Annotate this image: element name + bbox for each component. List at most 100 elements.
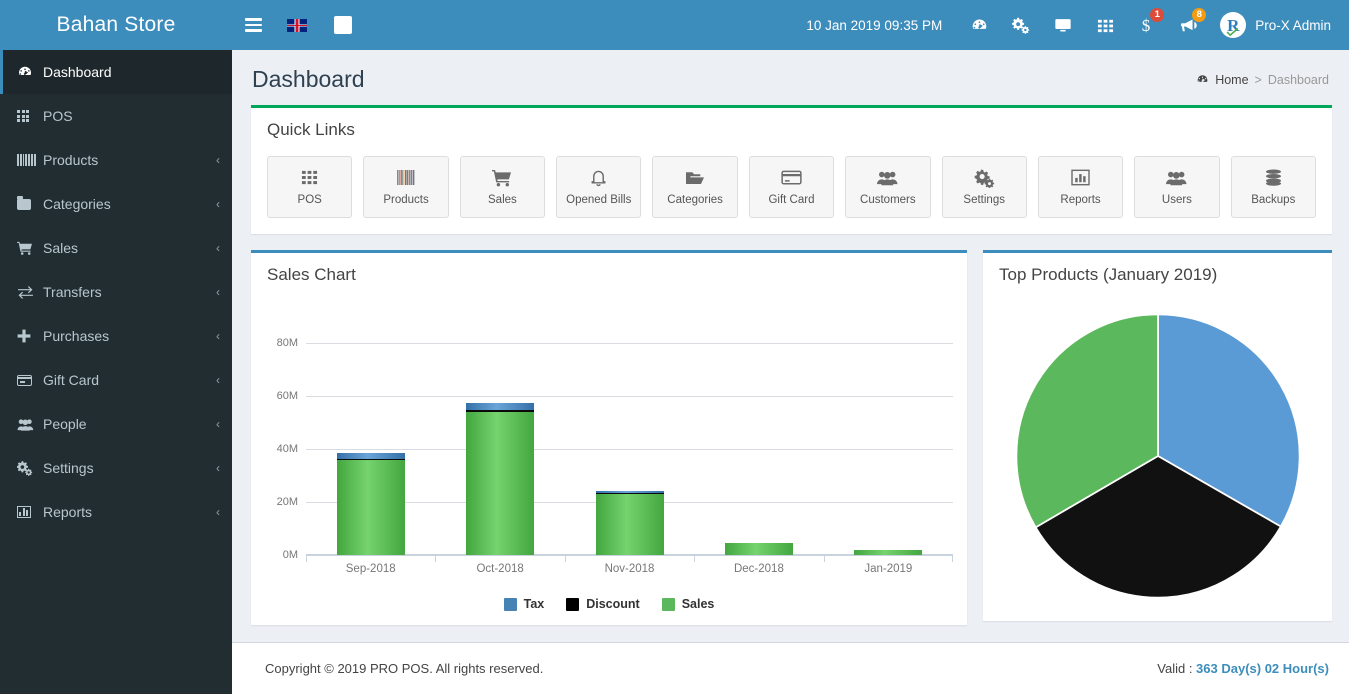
quick-link-label: Backups <box>1251 193 1296 206</box>
content-header: Dashboard Home > Dashboard <box>232 50 1349 105</box>
grid-icon <box>301 169 318 187</box>
monitor-button[interactable] <box>1042 0 1084 50</box>
quick-link-customers[interactable]: Customers <box>845 156 931 218</box>
legend-item[interactable]: Sales <box>661 597 714 611</box>
uk-flag-icon <box>287 18 307 32</box>
sidebar-item-settings[interactable]: Settings ‹ <box>0 446 232 490</box>
bar-segment-sales <box>466 411 535 555</box>
sidebar-item-label: Reports <box>43 504 93 520</box>
sidebar-item-products[interactable]: Products ‹ <box>0 138 232 182</box>
sales-chart-legend: Tax Discount Sales <box>251 597 967 611</box>
legend-item[interactable]: Tax <box>503 597 545 611</box>
legend-swatch <box>661 597 675 611</box>
x-axis-tick-label: Dec-2018 <box>733 563 784 575</box>
exchange-icon <box>17 285 43 299</box>
sidebar-item-dashboard[interactable]: Dashboard <box>0 50 232 94</box>
bar-stack[interactable] <box>724 543 793 555</box>
cart-icon <box>17 241 43 255</box>
quick-link-opened-bills[interactable]: Opened Bills <box>556 156 642 218</box>
top-products-header: Top Products (January 2019) <box>983 253 1332 291</box>
x-axis-tick-label: Sep-2018 <box>345 563 396 575</box>
bar-segment-sales <box>336 459 405 555</box>
sales-chart-box: Sales Chart 0M 20M 40M 60M 80M Sep-2018 Oct-2… <box>251 250 967 625</box>
quick-link-gift-card[interactable]: Gift Card <box>748 156 835 218</box>
page-title: Dashboard <box>252 66 365 92</box>
chevron-left-icon: ‹ <box>216 285 220 299</box>
sidebar-item-label: Categories <box>43 196 111 212</box>
credit-card-icon <box>17 374 43 386</box>
payments-dollar-button[interactable]: $ 1 <box>1126 0 1168 50</box>
speedometer-icon <box>17 64 43 80</box>
quick-link-backups[interactable]: Backups <box>1230 156 1316 218</box>
sales-chart-plot: 0M 20M 40M 60M 80M <box>277 337 954 562</box>
footer-copyright: Copyright © 2019 PRO POS. All rights res… <box>265 661 544 676</box>
top-products-box: Top Products (January 2019) <box>983 250 1332 621</box>
chevron-left-icon: ‹ <box>216 373 220 387</box>
bar-slot <box>306 343 435 562</box>
bar-stack[interactable] <box>336 453 405 555</box>
legend-label: Discount <box>586 597 640 611</box>
quick-link-label: Gift Card <box>768 193 815 206</box>
users-icon <box>877 169 898 187</box>
bar-stack[interactable] <box>466 402 535 555</box>
sidebar-item-purchases[interactable]: Purchases ‹ <box>0 314 232 358</box>
chevron-left-icon: ‹ <box>216 197 220 211</box>
bar-stack[interactable] <box>854 550 923 555</box>
quick-link-products[interactable]: Products <box>363 156 449 218</box>
sidebar-item-label: Purchases <box>43 328 110 344</box>
quick-link-categories[interactable]: Categories <box>652 156 738 218</box>
footer-valid-label: Valid : <box>1157 661 1197 676</box>
sidebar-item-reports[interactable]: Reports ‹ <box>0 490 232 534</box>
sidebar-item-sales[interactable]: Sales ‹ <box>0 226 232 270</box>
sidebar-item-label: Transfers <box>43 284 102 300</box>
cart-icon <box>492 169 512 187</box>
brand-logo[interactable]: Bahan Store <box>0 0 232 50</box>
sidebar-item-people[interactable]: People ‹ <box>0 402 232 446</box>
sidebar-item-label: Gift Card <box>43 372 100 388</box>
quick-links-box: Quick Links POS Products Sales Opened Bi… <box>251 105 1332 234</box>
language-second-button[interactable] <box>320 0 366 50</box>
y-axis-tick-label: 20M <box>276 496 298 508</box>
bell-icon <box>590 169 607 187</box>
language-uk-button[interactable] <box>274 0 320 50</box>
legend-item[interactable]: Discount <box>566 597 640 611</box>
quick-links-body: POS Products Sales Opened Bills Categori… <box>251 146 1332 234</box>
hamburger-icon <box>244 15 262 36</box>
user-menu[interactable]: R Pro-X Admin <box>1210 0 1337 50</box>
gridline <box>306 555 953 556</box>
gears-settings-button[interactable] <box>1000 0 1042 50</box>
sidebar-item-label: Dashboard <box>43 64 112 80</box>
bar-slot <box>823 343 954 562</box>
apps-grid-button[interactable] <box>1084 0 1126 50</box>
gears-icon <box>17 460 43 476</box>
legend-label: Tax <box>523 597 545 611</box>
users-icon <box>17 418 43 431</box>
quick-link-sales[interactable]: Sales <box>459 156 546 218</box>
chevron-left-icon: ‹ <box>216 417 220 431</box>
avatar: R <box>1220 12 1247 38</box>
quick-link-users[interactable]: Users <box>1134 156 1220 218</box>
chart-row: Sales Chart 0M 20M 40M 60M 80M Sep-2018 Oct-2… <box>251 250 1332 641</box>
announcements-button[interactable]: 8 <box>1168 0 1210 50</box>
footer-validity: Valid : 363 Day(s) 02 Hour(s) <box>1157 661 1329 676</box>
folder-icon <box>17 195 43 210</box>
chevron-left-icon: ‹ <box>216 329 220 343</box>
quick-link-settings[interactable]: Settings <box>941 156 1027 218</box>
top-products-pie <box>1015 313 1300 599</box>
sidebar-item-categories[interactable]: Categories ‹ <box>0 182 232 226</box>
plus-icon <box>17 329 43 343</box>
quick-link-label: Sales <box>488 193 517 206</box>
bar-stack[interactable] <box>595 490 664 555</box>
gears-icon <box>1012 17 1030 34</box>
sidebar-item-transfers[interactable]: Transfers ‹ <box>0 270 232 314</box>
breadcrumb-home[interactable]: Home <box>1196 73 1249 87</box>
x-axis-tick-label: Jan-2019 <box>864 563 913 575</box>
sidebar-toggle-button[interactable] <box>232 0 274 50</box>
quick-link-pos[interactable]: POS <box>267 156 353 218</box>
sidebar-item-pos[interactable]: POS <box>0 94 232 138</box>
sidebar-item-gift-card[interactable]: Gift Card ‹ <box>0 358 232 402</box>
quick-link-reports[interactable]: Reports <box>1037 156 1124 218</box>
speedometer-button[interactable] <box>958 0 1000 50</box>
quick-link-label: Customers <box>860 193 916 206</box>
user-name: Pro-X Admin <box>1255 17 1331 33</box>
